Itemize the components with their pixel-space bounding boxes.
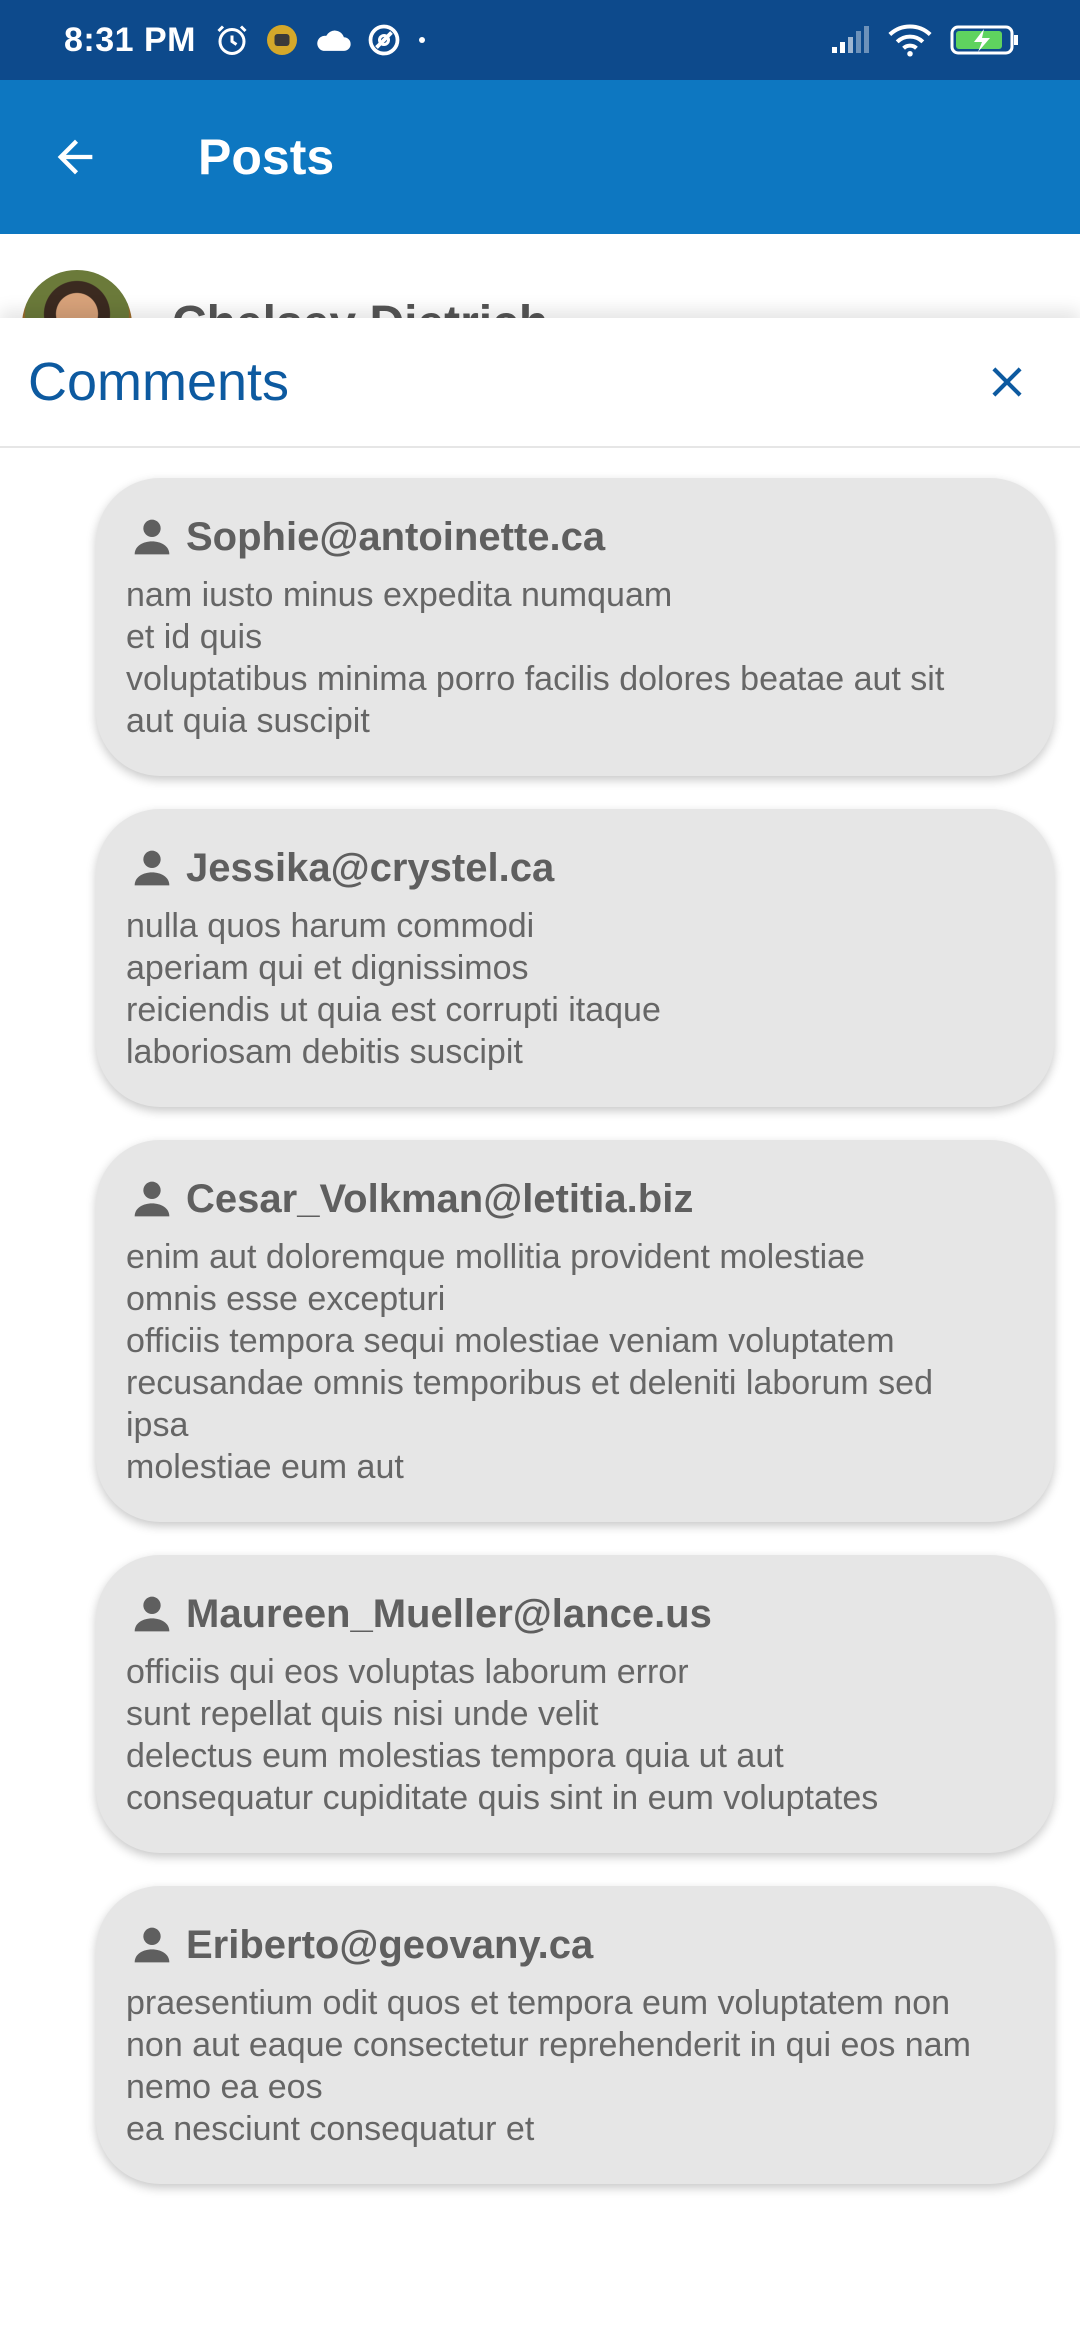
status-bar: 8:31 PM (0, 0, 1080, 80)
person-icon (126, 842, 178, 894)
comment-body: nam iusto minus expedita numquam et id q… (126, 576, 945, 740)
comment-body: enim aut doloremque mollitia provident m… (126, 1238, 934, 1486)
person-icon (126, 1588, 178, 1640)
dot-icon (416, 34, 428, 46)
status-time: 8:31 PM (64, 20, 196, 59)
comment-body: praesentium odit quos et tempora eum vol… (126, 1984, 971, 2148)
comments-sheet-header: Comments (0, 318, 1080, 448)
comment-author: Maureen_Mueller@lance.us (186, 1591, 712, 1636)
close-button[interactable] (962, 337, 1052, 427)
page-title: Posts (198, 129, 335, 185)
close-icon (982, 357, 1032, 407)
comments-title: Comments (28, 352, 290, 412)
comment-body: nulla quos harum commodi aperiam qui et … (126, 907, 661, 1071)
person-icon (126, 1919, 178, 1971)
list-item: Sophie@antoinette.ca nam iusto minus exp… (96, 478, 1054, 776)
comment-author: Sophie@antoinette.ca (186, 514, 606, 559)
at-sign-icon (366, 22, 402, 58)
battery-charging-icon (950, 23, 1020, 57)
back-button[interactable] (0, 80, 150, 234)
badge-icon (264, 22, 300, 58)
app-bar: Posts (0, 80, 1080, 234)
wifi-icon (888, 23, 932, 57)
post-header: Chelsey Dietrich (0, 234, 1080, 318)
comment-header: Eriberto@geovany.ca (126, 1918, 1024, 1972)
post-author: Chelsey Dietrich (172, 296, 548, 318)
comment-author: Eriberto@geovany.ca (186, 1922, 594, 1967)
comment-header: Sophie@antoinette.ca (126, 510, 1024, 564)
signal-icon (830, 25, 870, 55)
list-item: Eriberto@geovany.ca praesentium odit quo… (96, 1886, 1054, 2184)
alarm-icon (214, 22, 250, 58)
comment-author: Cesar_Volkman@letitia.biz (186, 1176, 694, 1221)
comment-header: Jessika@crystel.ca (126, 841, 1024, 895)
comment-body: officiis qui eos voluptas laborum error … (126, 1653, 879, 1817)
person-icon (126, 511, 178, 563)
comments-sheet: Comments Sophie@antoinette.ca nam iusto … (0, 318, 1080, 2340)
person-icon (126, 1173, 178, 1225)
cloud-icon (314, 25, 352, 55)
comment-header: Maureen_Mueller@lance.us (126, 1587, 1024, 1641)
comment-author: Jessika@crystel.ca (186, 845, 555, 890)
avatar (22, 270, 132, 318)
comment-header: Cesar_Volkman@letitia.biz (126, 1172, 1024, 1226)
list-item: Cesar_Volkman@letitia.biz enim aut dolor… (96, 1140, 1054, 1522)
status-icons-left (214, 22, 428, 58)
list-item: Maureen_Mueller@lance.us officiis qui eo… (96, 1555, 1054, 1853)
status-icons-right (830, 23, 1020, 57)
list-item: Jessika@crystel.ca nulla quos harum comm… (96, 809, 1054, 1107)
arrow-back-icon (49, 131, 101, 183)
